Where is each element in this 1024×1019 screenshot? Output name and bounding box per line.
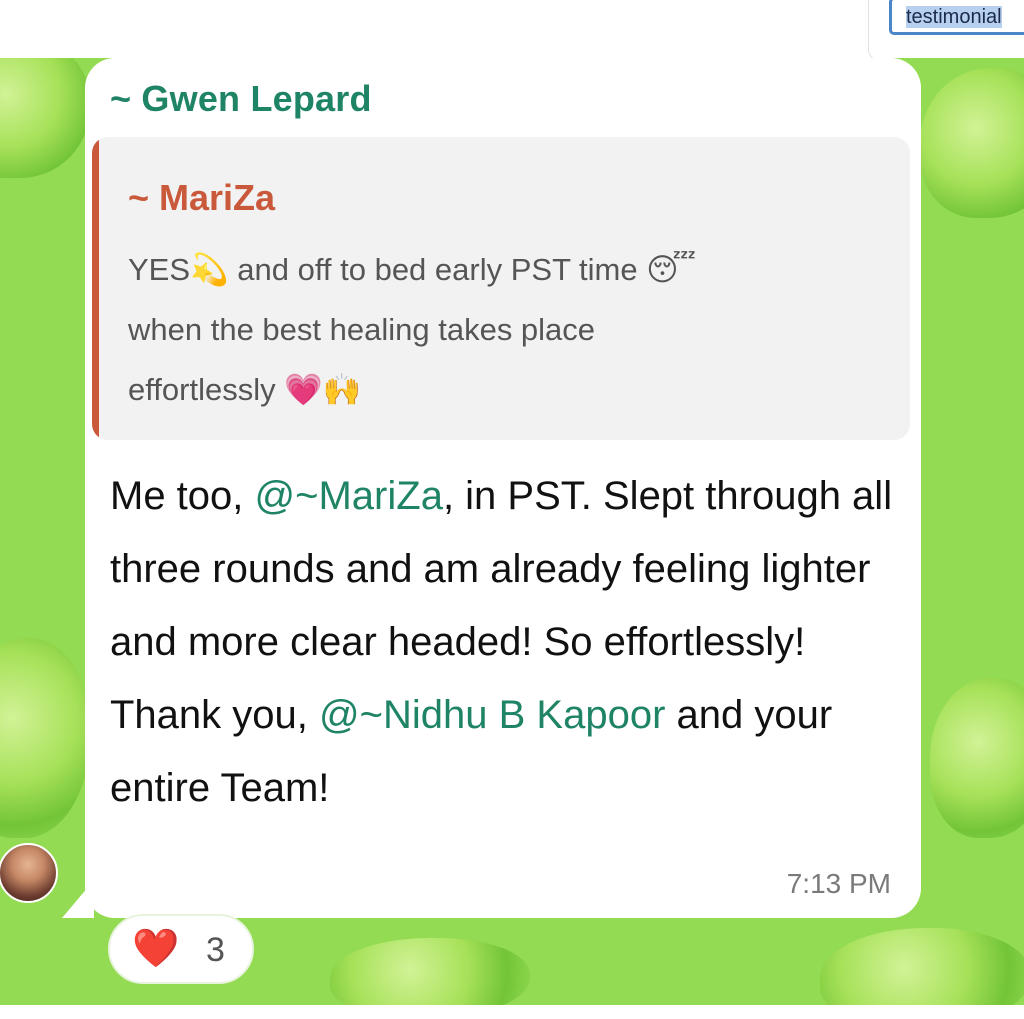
lettuce-leaf-decoration xyxy=(330,938,530,1005)
lettuce-leaf-decoration xyxy=(820,928,1024,1005)
user-avatar[interactable] xyxy=(0,843,58,903)
mention-link[interactable]: @~MariZa xyxy=(255,474,443,518)
quoted-text-segment: YES xyxy=(128,252,191,287)
lettuce-leaf-decoration xyxy=(0,58,90,178)
quoted-text-segment: when the best healing takes place xyxy=(128,312,596,347)
search-text: testimonial xyxy=(906,6,1002,28)
sender-name[interactable]: ~ Gwen Lepard xyxy=(110,78,372,120)
lettuce-leaf-decoration xyxy=(920,68,1024,218)
message-text-segment: Me too, xyxy=(110,474,255,518)
quote-accent-bar xyxy=(92,137,99,440)
quoted-text-segment: effortlessly xyxy=(128,372,285,407)
sleeping-face-emoji-icon: 😴 xyxy=(646,252,696,288)
message-bubble[interactable]: ~ Gwen Lepard ~ MariZa YES💫 and off to b… xyxy=(85,58,921,918)
search-input[interactable]: testimonial xyxy=(889,0,1024,35)
message-timestamp: 7:13 PM xyxy=(786,868,891,899)
growing-heart-emoji-icon: 💗 xyxy=(284,372,323,408)
quoted-text-segment: and off to bed early PST time xyxy=(228,252,647,287)
quoted-message[interactable]: ~ MariZa YES💫 and off to bed early PST t… xyxy=(92,137,910,440)
heart-icon: ❤️ xyxy=(132,926,180,970)
reaction-pill[interactable]: ❤️ 3 xyxy=(108,914,254,984)
mention-link[interactable]: @~Nidhu B Kapoor xyxy=(319,693,665,737)
dizzy-emoji-icon: 💫 xyxy=(190,252,229,288)
search-box: testimonial xyxy=(868,0,1024,60)
quoted-text: YES💫 and off to bed early PST time 😴 whe… xyxy=(128,240,888,420)
message-text: Me too, @~MariZa, in PST. Slept through … xyxy=(110,460,900,825)
bottom-bar xyxy=(0,1005,1024,1019)
quoted-sender-name: ~ MariZa xyxy=(128,177,276,218)
reaction-count: 3 xyxy=(206,931,225,969)
raising-hands-emoji-icon: 🙌 xyxy=(322,372,362,408)
lettuce-leaf-decoration xyxy=(930,678,1024,838)
lettuce-leaf-decoration xyxy=(0,638,90,838)
